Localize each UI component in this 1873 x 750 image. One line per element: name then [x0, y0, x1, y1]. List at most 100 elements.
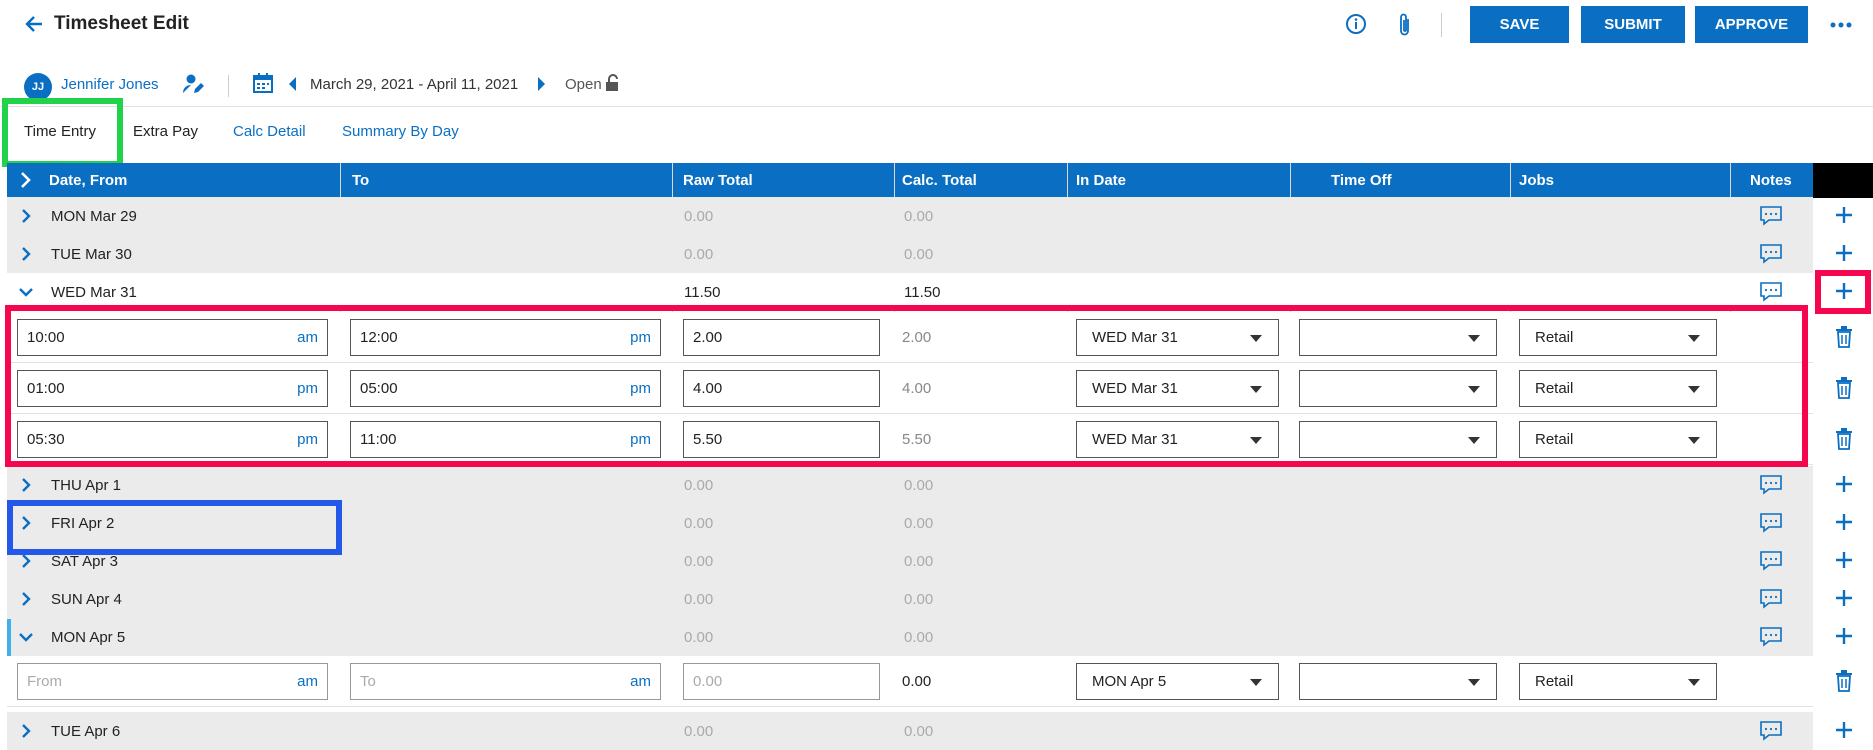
in-date-select[interactable]: MON Apr 5 — [1076, 663, 1279, 700]
from-ampm-toggle[interactable]: am — [297, 664, 318, 699]
add-entry-icon[interactable] — [1834, 205, 1854, 225]
day-label: MON Mar 29 — [51, 208, 137, 225]
unlock-icon — [606, 74, 618, 91]
raw-total: 11.50 — [684, 284, 721, 301]
notes-icon[interactable] — [1760, 551, 1782, 571]
notes-icon[interactable] — [1760, 244, 1782, 264]
submit-button[interactable]: SUBMIT — [1581, 6, 1685, 43]
collapse-icon[interactable] — [18, 629, 34, 645]
day-row[interactable]: MON Apr 5 0.00 0.00 — [7, 618, 1852, 656]
notes-icon[interactable] — [1760, 475, 1782, 495]
highlight-box — [1815, 270, 1871, 314]
to-ampm-toggle[interactable]: am — [630, 664, 651, 699]
to-time-input[interactable]: To am — [350, 663, 661, 700]
divider — [228, 75, 229, 97]
calc-total: 0.00 — [902, 673, 932, 690]
user-edit-icon[interactable] — [181, 72, 205, 96]
calc-total: 0.00 — [904, 477, 934, 494]
notes-icon[interactable] — [1760, 206, 1782, 226]
back-arrow-icon[interactable] — [22, 12, 46, 36]
column-header-time-off[interactable]: Time Off — [1331, 172, 1392, 189]
header-corner — [1813, 163, 1873, 198]
calc-total: 0.00 — [904, 208, 934, 225]
delete-icon[interactable] — [1835, 326, 1853, 348]
day-row[interactable]: THU Apr 1 0.00 0.00 — [7, 466, 1852, 504]
time-off-select[interactable] — [1299, 663, 1497, 700]
expand-icon[interactable] — [18, 723, 34, 739]
next-period-icon[interactable] — [536, 77, 546, 91]
attachment-icon[interactable] — [1397, 12, 1413, 38]
raw-total: 0.00 — [684, 246, 714, 263]
raw-total-input[interactable]: 0.00 — [683, 663, 880, 700]
tab-summary-by-day[interactable]: Summary By Day — [342, 123, 459, 140]
employee-name-link[interactable]: Jennifer Jones — [61, 76, 159, 93]
add-entry-icon[interactable] — [1834, 588, 1854, 608]
top-bar: Timesheet Edit SAVE SUBMIT APPROVE — [0, 0, 1873, 50]
add-entry-icon[interactable] — [1834, 243, 1854, 263]
calc-total: 0.00 — [904, 246, 934, 263]
expand-all-icon[interactable] — [17, 171, 35, 189]
column-header-to[interactable]: To — [352, 172, 369, 189]
day-row[interactable]: MON Mar 29 0.00 0.00 — [7, 197, 1852, 235]
column-header-date-from[interactable]: Date, From — [49, 172, 127, 189]
save-button[interactable]: SAVE — [1470, 6, 1569, 43]
day-label: SUN Apr 4 — [51, 591, 122, 608]
delete-icon[interactable] — [1835, 428, 1853, 450]
active-row-indicator — [7, 619, 11, 656]
day-row[interactable]: TUE Mar 30 0.00 0.00 — [7, 235, 1852, 273]
calc-total: 11.50 — [904, 284, 941, 301]
column-header-in-date[interactable]: In Date — [1076, 172, 1126, 189]
add-entry-icon[interactable] — [1834, 550, 1854, 570]
column-header-calc-total[interactable]: Calc. Total — [902, 172, 977, 189]
collapse-icon[interactable] — [18, 284, 34, 300]
raw-total: 0.00 — [684, 591, 714, 608]
day-label: SAT Apr 3 — [51, 553, 118, 570]
chevron-down-icon — [1250, 679, 1262, 686]
info-icon[interactable] — [1345, 13, 1367, 35]
from-time-input[interactable]: From am — [17, 663, 328, 700]
day-row[interactable]: TUE Apr 6 0.00 0.00 — [7, 712, 1852, 750]
highlight-box — [7, 500, 342, 555]
highlight-box — [2, 98, 123, 167]
day-label: TUE Apr 6 — [51, 723, 121, 740]
calc-total: 0.00 — [904, 553, 934, 570]
day-row[interactable]: SUN Apr 4 0.00 0.00 — [7, 580, 1852, 618]
delete-icon[interactable] — [1835, 377, 1853, 399]
add-entry-icon[interactable] — [1834, 474, 1854, 494]
calc-total: 0.00 — [904, 591, 934, 608]
page-title: Timesheet Edit — [54, 13, 189, 34]
chevron-down-icon — [1688, 679, 1700, 686]
notes-icon[interactable] — [1760, 513, 1782, 533]
previous-period-icon[interactable] — [288, 77, 298, 91]
notes-icon[interactable] — [1760, 589, 1782, 609]
approve-button[interactable]: APPROVE — [1695, 6, 1808, 43]
calc-total: 0.00 — [904, 629, 934, 646]
notes-icon[interactable] — [1760, 721, 1782, 741]
expand-icon[interactable] — [18, 246, 34, 262]
job-select[interactable]: Retail — [1519, 663, 1717, 700]
expand-icon[interactable] — [18, 553, 34, 569]
delete-icon[interactable] — [1835, 670, 1853, 692]
column-header-jobs[interactable]: Jobs — [1519, 172, 1554, 189]
day-label: THU Apr 1 — [51, 477, 122, 494]
column-header-notes[interactable]: Notes — [1750, 172, 1792, 189]
raw-total: 0.00 — [684, 553, 714, 570]
day-label: WED Mar 31 — [51, 284, 137, 301]
tab-calc-detail[interactable]: Calc Detail — [233, 123, 306, 140]
expand-icon[interactable] — [18, 591, 34, 607]
more-options-icon[interactable] — [1830, 14, 1852, 36]
expand-icon[interactable] — [18, 208, 34, 224]
add-entry-icon[interactable] — [1834, 720, 1854, 740]
column-header-raw-total[interactable]: Raw Total — [683, 172, 753, 189]
calendar-icon[interactable] — [253, 73, 273, 93]
raw-total: 0.00 — [684, 515, 714, 532]
notes-icon[interactable] — [1760, 282, 1782, 302]
day-label: TUE Mar 30 — [51, 246, 132, 263]
raw-total: 0.00 — [684, 723, 714, 740]
add-entry-icon[interactable] — [1834, 512, 1854, 532]
expand-icon[interactable] — [18, 477, 34, 493]
add-entry-icon[interactable] — [1834, 626, 1854, 646]
tab-extra-pay[interactable]: Extra Pay — [133, 123, 198, 140]
calc-total: 0.00 — [904, 723, 934, 740]
notes-icon[interactable] — [1760, 627, 1782, 647]
